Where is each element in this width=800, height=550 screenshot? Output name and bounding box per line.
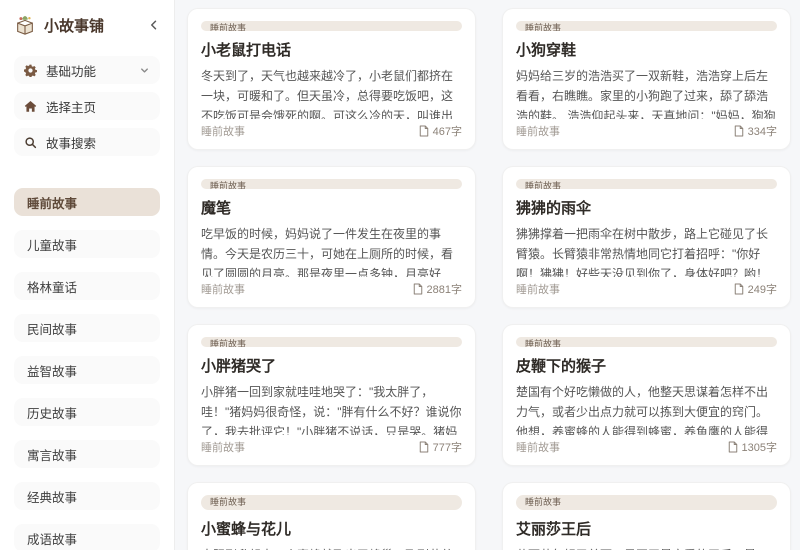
- footer-category-label: 睡前故事: [516, 442, 560, 454]
- footer-category-label: 睡前故事: [201, 284, 245, 296]
- card-footer: 睡前故事 1305字: [516, 439, 777, 455]
- story-card[interactable]: 睡前故事 皮鞭下的猴子 楚国有个好吃懒做的人，他整天思谋着怎样不出力气，或者少出…: [502, 324, 791, 466]
- document-icon: [419, 441, 429, 453]
- collapse-chevron-left-icon[interactable]: [148, 19, 160, 31]
- story-excerpt: 太阳刚升起来，小蜜蜂就飞出了蜂巢，飞到花丛里去采蜜。凡是盛开的花儿，它都会去问候…: [201, 546, 462, 550]
- gear-icon: [24, 64, 37, 77]
- menu-label: 故事搜索: [46, 136, 97, 151]
- word-count-value: 1305字: [741, 442, 777, 454]
- document-icon: [734, 125, 744, 137]
- story-title: 小蜜蜂与花儿: [201, 521, 292, 538]
- document-icon: [734, 283, 744, 295]
- sidebar-item-select-home[interactable]: 选择主页: [14, 92, 160, 120]
- category-badge: 睡前故事: [516, 21, 777, 31]
- category-badge: 睡前故事: [201, 495, 462, 510]
- story-excerpt: 妈妈给三岁的浩浩买了一双新鞋，浩浩穿上后左看看，右瞧瞧。家里的小狗跑了过来，舔了…: [516, 68, 776, 119]
- word-count-value: 334字: [747, 126, 777, 138]
- sidebar-header: 小故事铺: [0, 0, 174, 48]
- card-footer: 睡前故事 334字: [516, 123, 777, 139]
- document-icon: [728, 441, 738, 453]
- category-badge: 睡前故事: [516, 495, 777, 510]
- story-title: 小老鼠打电话: [201, 41, 292, 59]
- story-title: 小胖猪哭了: [201, 357, 277, 375]
- card-footer: 睡前故事 777字: [201, 439, 462, 455]
- chevron-down-icon: [139, 65, 150, 76]
- app-title: 小故事铺: [44, 17, 105, 35]
- footer-category-label: 睡前故事: [201, 442, 245, 454]
- word-count-value: 467字: [432, 126, 462, 138]
- sidebar-item-folk-stories[interactable]: 民间故事: [14, 314, 160, 342]
- footer-category-label: 睡前故事: [516, 126, 560, 138]
- story-card[interactable]: 睡前故事 小老鼠打电话 冬天到了，天气也越来越冷了，小老鼠们都挤在一块，可暖和了…: [187, 8, 476, 150]
- story-title: 皮鞭下的猴子: [516, 357, 607, 375]
- word-count: 467字: [419, 123, 462, 139]
- sidebar-item-idiom-stories[interactable]: 成语故事: [14, 524, 160, 550]
- story-title: 艾丽莎王后: [516, 521, 592, 538]
- word-count: 334字: [734, 123, 777, 139]
- word-count: 1305字: [728, 439, 777, 455]
- word-count-value: 249字: [747, 284, 777, 296]
- story-excerpt: 小胖猪一回到家就哇哇地哭了："我太胖了，哇！"猪妈妈很奇怪，说："胖有什么不好？…: [201, 384, 462, 435]
- sidebar-item-children-stories[interactable]: 儿童故事: [14, 230, 160, 258]
- sidebar-menu: 基础功能 选择主页 故事搜索: [0, 56, 174, 164]
- home-icon: [24, 100, 37, 113]
- story-card[interactable]: 睡前故事 小狗穿鞋 妈妈给三岁的浩浩买了一双新鞋，浩浩穿上后左看看，右瞧瞧。家里…: [502, 8, 791, 150]
- word-count: 249字: [734, 281, 777, 297]
- sidebar-item-history-stories[interactable]: 历史故事: [14, 398, 160, 426]
- sidebar: 小故事铺 基础功能 选择主页 故事搜索 睡前故事 儿童故事 格林童话 民间故事 …: [0, 0, 175, 550]
- card-footer: 睡前故事 2881字: [201, 281, 462, 297]
- menu-label: 基础功能: [46, 64, 97, 79]
- story-excerpt: 狒狒撑着一把雨伞在树中散步，路上它碰见了长臂猿。长臂猿非常热情地同它打着招呼："…: [516, 226, 769, 277]
- story-card-grid: 睡前故事 小老鼠打电话 冬天到了，天气也越来越冷了，小老鼠们都挤在一块，可暖和了…: [175, 0, 800, 550]
- sidebar-item-fable-stories[interactable]: 寓言故事: [14, 440, 160, 468]
- story-title: 魔笔: [201, 199, 232, 217]
- sidebar-item-bedtime-stories[interactable]: 睡前故事: [14, 188, 160, 216]
- category-badge: 睡前故事: [201, 337, 462, 347]
- category-badge: 睡前故事: [516, 337, 777, 347]
- document-icon: [413, 283, 423, 295]
- story-excerpt: 冬天到了，天气也越来越冷了，小老鼠们都挤在一块，可暖和了。但天虽冷，总得要吃饭吧…: [201, 68, 454, 119]
- sidebar-item-basic-functions[interactable]: 基础功能: [14, 56, 160, 84]
- search-icon: [24, 136, 37, 149]
- card-footer: 睡前故事 249字: [516, 281, 777, 297]
- story-card[interactable]: 睡前故事 艾丽莎王后 艾丽莎年轻又美丽，是国王最宠爱的王后。最近，王宫里发生了一…: [502, 482, 791, 550]
- story-card[interactable]: 睡前故事 魔笔 吃早饭的时候，妈妈说了一件发生在夜里的事情。今天是农历三十，可她…: [187, 166, 476, 308]
- word-count: 2881字: [413, 281, 462, 297]
- story-card[interactable]: 睡前故事 小蜜蜂与花儿 太阳刚升起来，小蜜蜂就飞出了蜂巢，飞到花丛里去采蜜。凡是…: [187, 482, 476, 550]
- storybook-logo-icon: [14, 14, 36, 36]
- sidebar-item-classic-stories[interactable]: 经典故事: [14, 482, 160, 510]
- category-badge: 睡前故事: [201, 179, 462, 189]
- word-count: 777字: [419, 439, 462, 455]
- story-card[interactable]: 睡前故事 狒狒的雨伞 狒狒撑着一把雨伞在树中散步，路上它碰见了长臂猿。长臂猿非常…: [502, 166, 791, 308]
- story-card[interactable]: 睡前故事 小胖猪哭了 小胖猪一回到家就哇哇地哭了："我太胖了，哇！"猪妈妈很奇怪…: [187, 324, 476, 466]
- footer-category-label: 睡前故事: [516, 284, 560, 296]
- document-icon: [419, 125, 429, 137]
- menu-label: 选择主页: [46, 100, 97, 115]
- sidebar-item-story-search[interactable]: 故事搜索: [14, 128, 160, 156]
- card-footer: 睡前故事 467字: [201, 123, 462, 139]
- word-count-value: 2881字: [426, 284, 462, 296]
- story-excerpt: 艾丽莎年轻又美丽，是国王最宠爱的王后。最近，王宫里发生了一件怪事，最得...: [516, 546, 777, 550]
- word-count-value: 777字: [432, 442, 462, 454]
- category-badge: 睡前故事: [516, 179, 777, 189]
- category-list: 睡前故事 儿童故事 格林童话 民间故事 益智故事 历史故事 寓言故事 经典故事 …: [0, 178, 174, 550]
- sidebar-item-grimm-fairytales[interactable]: 格林童话: [14, 272, 160, 300]
- story-excerpt: 吃早饭的时候，妈妈说了一件发生在夜里的事情。今天是农历三十，可她在上厕所的时候，…: [201, 226, 454, 277]
- story-excerpt: 楚国有个好吃懒做的人，他整天思谋着怎样不出力气，或者少出点力就可以拣到大便宜的窍…: [516, 384, 769, 435]
- footer-category-label: 睡前故事: [201, 126, 245, 138]
- category-badge: 睡前故事: [201, 21, 462, 31]
- story-title: 小狗穿鞋: [516, 41, 577, 59]
- story-title: 狒狒的雨伞: [516, 199, 592, 217]
- sidebar-item-puzzle-stories[interactable]: 益智故事: [14, 356, 160, 384]
